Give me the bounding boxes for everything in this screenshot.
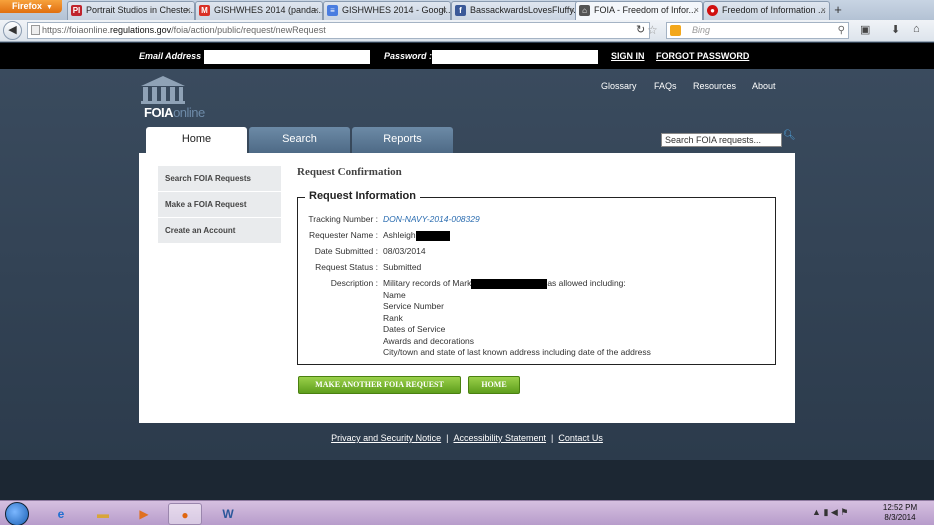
search-icon[interactable]: 🔍︎ xyxy=(783,130,796,141)
tab-search[interactable]: Search xyxy=(249,127,350,153)
firefox-taskbar-icon[interactable]: ● xyxy=(168,503,202,525)
firefox-menu-button[interactable]: Firefox ▼ xyxy=(0,0,62,13)
make-another-request-button[interactable]: MAKE ANOTHER FOIA REQUEST xyxy=(298,376,461,394)
sidebar-item-search-requests[interactable]: Search FOIA Requests xyxy=(158,166,281,192)
page-title: Request Confirmation xyxy=(297,166,402,178)
description-item: Dates of Service xyxy=(383,324,446,334)
tab-reports[interactable]: Reports xyxy=(352,127,453,153)
redaction-bar xyxy=(471,278,548,289)
bookmarks-icon[interactable]: ▣ xyxy=(860,23,870,36)
status-value: Submitted xyxy=(383,262,422,272)
tab-home[interactable]: Home xyxy=(146,127,247,154)
request-information-box: Request Information Tracking Number : DO… xyxy=(297,190,776,365)
close-icon[interactable]: × xyxy=(442,2,447,19)
close-icon[interactable]: × xyxy=(821,2,826,19)
browser-tab[interactable]: ≡ GISHWHES 2014 - Googl... × xyxy=(323,1,451,20)
browser-tab[interactable]: M GISHWHES 2014 (panda... × xyxy=(195,1,323,20)
description-item: Awards and decorations xyxy=(383,336,475,346)
password-field[interactable] xyxy=(432,50,598,64)
start-button[interactable] xyxy=(5,502,29,525)
foia-favicon: ⌂ xyxy=(579,5,590,16)
bookmark-star-icon[interactable]: ☆ xyxy=(647,23,658,38)
volume-icon[interactable]: ◀ xyxy=(831,507,838,517)
home-icon[interactable]: ⌂ xyxy=(913,23,920,35)
media-player-icon[interactable]: ▶ xyxy=(127,503,161,525)
forgot-password-link[interactable]: FORGOT PASSWORD xyxy=(656,51,749,61)
sign-in-link[interactable]: SIGN IN xyxy=(611,51,645,61)
facebook-icon: f xyxy=(455,5,466,16)
nav-about[interactable]: About xyxy=(752,81,776,91)
browser-tab-bar: Firefox ▼ PI Portrait Studios in Cheste..… xyxy=(0,0,934,20)
page-bottom-strip xyxy=(0,460,934,500)
redaction-bar xyxy=(415,230,450,241)
close-icon[interactable]: × xyxy=(694,2,699,19)
description-item: Name xyxy=(383,290,406,300)
request-information-legend: Request Information xyxy=(305,190,420,202)
login-bar: Email Address : Password : SIGN IN FORGO… xyxy=(0,43,934,69)
privacy-link[interactable]: Privacy and Security Notice xyxy=(331,433,441,443)
internet-explorer-icon[interactable]: e xyxy=(44,503,78,525)
foia-search-input[interactable]: Search FOIA requests... xyxy=(661,133,782,147)
system-clock[interactable]: 12:52 PM 8/3/2014 xyxy=(875,503,925,523)
sidebar: Search FOIA Requests Make a FOIA Request… xyxy=(158,166,281,244)
network-icon[interactable]: ▮ xyxy=(823,507,828,517)
browser-search-box[interactable]: Bing ⚲ xyxy=(666,22,849,39)
downloads-icon[interactable]: ⬇ xyxy=(891,23,900,36)
google-docs-icon: ≡ xyxy=(327,5,338,16)
word-icon[interactable]: W xyxy=(211,503,245,525)
foia-online-logo[interactable]: FOIAonline xyxy=(139,76,219,120)
system-tray: ▲ ▮ ◀ ⚑ xyxy=(812,507,848,518)
nav-resources[interactable]: Resources xyxy=(693,81,736,91)
browser-tab[interactable]: ● Freedom of Information ... × xyxy=(703,1,830,20)
sidebar-item-create-account[interactable]: Create an Account xyxy=(158,218,281,244)
pinterest-icon: PI xyxy=(71,5,82,16)
accessibility-link[interactable]: Accessibility Statement xyxy=(453,433,546,443)
description-item: City/town and state of last known addres… xyxy=(383,347,651,357)
browser-tab[interactable]: f BassackwardsLovesFluffy... × xyxy=(451,1,579,20)
browser-nav-bar: ◀ https://foiaonline.regulations.gov/foi… xyxy=(0,20,934,42)
url-bar[interactable]: https://foiaonline.regulations.gov/foia/… xyxy=(27,22,658,39)
footer: Privacy and Security Notice | Accessibilit… xyxy=(331,433,603,443)
new-tab-button[interactable]: + xyxy=(830,2,846,18)
sidebar-item-make-request[interactable]: Make a FOIA Request xyxy=(158,192,281,218)
description-item: Rank xyxy=(383,313,403,323)
gmail-icon: M xyxy=(199,5,210,16)
site-body: FOIAonline Glossary FAQs Resources About… xyxy=(0,69,934,460)
bing-icon xyxy=(670,25,681,36)
back-button[interactable]: ◀ xyxy=(3,21,22,40)
close-icon[interactable]: × xyxy=(186,2,191,19)
nav-glossary[interactable]: Glossary xyxy=(601,81,637,91)
email-label: Email Address : xyxy=(139,51,207,61)
windows-taskbar: e ▬ ▶ ● W ▲ ▮ ◀ ⚑ 12:52 PM 8/3/2014 xyxy=(0,500,934,525)
contact-link[interactable]: Contact Us xyxy=(558,433,603,443)
flag-icon[interactable]: ⚑ xyxy=(840,507,848,517)
browser-tab[interactable]: PI Portrait Studios in Cheste... × xyxy=(67,1,195,20)
chevron-up-icon[interactable]: ▲ xyxy=(812,507,821,517)
description-item: Service Number xyxy=(383,301,444,311)
home-button[interactable]: HOME xyxy=(468,376,520,394)
email-field[interactable] xyxy=(204,50,370,64)
record-icon: ● xyxy=(707,5,718,16)
folder-icon[interactable]: ▬ xyxy=(86,503,120,525)
reload-icon[interactable]: ↻ xyxy=(636,23,645,36)
browser-tab-active[interactable]: ⌂ FOIA - Freedom of Infor... × xyxy=(575,1,703,20)
content-panel: Search FOIA Requests Make a FOIA Request… xyxy=(139,153,795,423)
nav-faqs[interactable]: FAQs xyxy=(654,81,677,91)
lock-icon xyxy=(31,25,40,35)
password-label: Password : xyxy=(384,51,433,61)
close-icon[interactable]: × xyxy=(314,2,319,19)
search-icon[interactable]: ⚲ xyxy=(838,23,845,38)
tracking-number-link[interactable]: DON-NAVY-2014-008329 xyxy=(383,214,480,224)
